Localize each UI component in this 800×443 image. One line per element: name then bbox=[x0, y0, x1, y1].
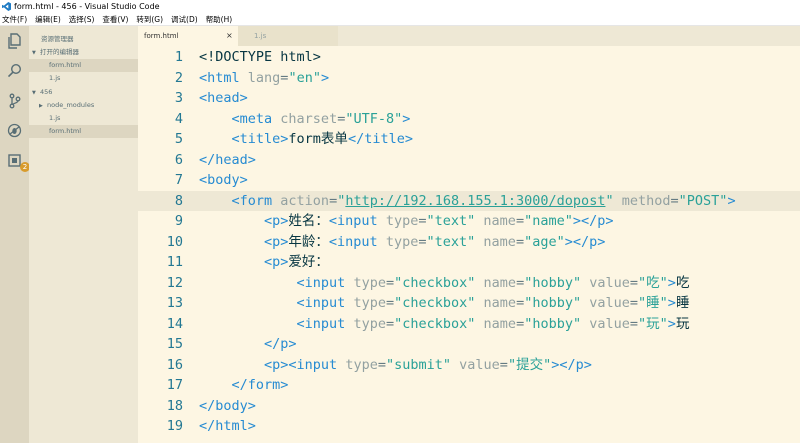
code-line[interactable]: 17 </form> bbox=[138, 375, 800, 396]
code-editor[interactable]: 1 <!DOCTYPE html> 2 <html lang="en"> 3 <head>… bbox=[138, 46, 800, 443]
code-text: </form> bbox=[231, 377, 289, 393]
code-text: <p>年龄：<input type="text" name="age"></p> bbox=[264, 233, 606, 250]
folder-header[interactable]: ▼ 456 bbox=[29, 86, 138, 99]
title-bar: form.html - 456 - Visual Studio Code bbox=[0, 0, 800, 13]
line-number: 7 bbox=[174, 172, 183, 188]
line-number: 6 bbox=[174, 151, 183, 168]
line-number: 2 bbox=[174, 69, 183, 86]
line-number: 17 bbox=[166, 377, 183, 393]
line-number: 3 bbox=[174, 90, 183, 106]
tree-item-label: form.html bbox=[49, 127, 82, 135]
code-text: <input type="checkbox" name="hobby" valu… bbox=[296, 315, 690, 332]
code-text: </p> bbox=[264, 336, 297, 352]
code-text: <head> bbox=[199, 90, 248, 106]
code-line[interactable]: 19 </html> bbox=[138, 416, 800, 437]
tree-item-node-modules[interactable]: ▶ node_modules bbox=[29, 99, 138, 112]
line-number: 10 bbox=[166, 233, 183, 250]
code-line[interactable]: 9 <p>姓名：<input type="text" name="name"><… bbox=[138, 211, 800, 232]
code-text: <title>form表单</title> bbox=[231, 131, 413, 147]
code-line[interactable]: 12 <input type="checkbox" name="hobby" v… bbox=[138, 273, 800, 294]
close-icon[interactable]: × bbox=[226, 26, 233, 46]
code-text: <html lang="en"> bbox=[199, 69, 330, 86]
source-control-icon[interactable] bbox=[4, 90, 25, 111]
tree-item-label: node_modules bbox=[47, 101, 95, 109]
activity-bar: 2 bbox=[0, 26, 30, 443]
line-number: 18 bbox=[166, 397, 183, 414]
code-text: </head> bbox=[199, 151, 256, 168]
folder-label: 456 bbox=[40, 88, 53, 96]
explorer-title: 资源管理器 bbox=[41, 35, 74, 43]
tree-item-label: 1.js bbox=[49, 114, 61, 122]
menu-help[interactable]: 帮助(H) bbox=[202, 13, 237, 26]
explorer-icon[interactable] bbox=[4, 30, 25, 51]
code-line[interactable]: 2 <html lang="en"> bbox=[138, 68, 800, 89]
line-number: 13 bbox=[166, 295, 183, 311]
code-line[interactable]: 1 <!DOCTYPE html> bbox=[138, 47, 800, 68]
code-text: <p><input type="submit" value="提交"></p> bbox=[264, 356, 592, 373]
menu-selection[interactable]: 选择(S) bbox=[65, 13, 99, 26]
tree-item-form-html[interactable]: form.html bbox=[29, 125, 138, 138]
code-text: <p>爱好： bbox=[264, 254, 329, 270]
line-number: 15 bbox=[166, 336, 183, 352]
line-number: 1 bbox=[174, 49, 183, 65]
code-line[interactable]: 6 </head> bbox=[138, 150, 800, 171]
line-number: 8 bbox=[174, 192, 183, 209]
line-number: 16 bbox=[166, 356, 183, 373]
code-text: </body> bbox=[199, 397, 256, 414]
tab-label: 1.js bbox=[254, 32, 267, 40]
open-editor-item[interactable]: 1.js bbox=[29, 72, 138, 85]
code-text: </html> bbox=[199, 418, 256, 434]
code-text: <input type="checkbox" name="hobby" valu… bbox=[296, 274, 690, 291]
code-line[interactable]: 8 <form action="http://192.168.155.1:300… bbox=[138, 190, 800, 211]
open-editor-label: 1.js bbox=[49, 74, 61, 82]
tab-1js[interactable]: 1.js bbox=[238, 26, 338, 46]
code-line[interactable]: 16 <p><input type="submit" value="提交"></… bbox=[138, 355, 800, 376]
line-number: 4 bbox=[174, 110, 183, 127]
code-text: <form action="http://192.168.155.1:3000/… bbox=[231, 192, 736, 209]
debug-icon[interactable] bbox=[4, 120, 25, 141]
code-line[interactable]: 15 </p> bbox=[138, 334, 800, 355]
code-text: <p>姓名：<input type="text" name="name"></p… bbox=[264, 213, 614, 229]
code-text: <input type="checkbox" name="hobby" valu… bbox=[296, 295, 690, 311]
code-line[interactable]: 5 <title>form表单</title> bbox=[138, 129, 800, 150]
code-text: <!DOCTYPE html> bbox=[199, 49, 321, 65]
code-text: <meta charset="UTF-8"> bbox=[231, 110, 411, 127]
vscode-logo-icon bbox=[2, 2, 11, 11]
line-number: 11 bbox=[166, 254, 183, 270]
tab-form-html[interactable]: form.html × bbox=[138, 26, 238, 46]
code-line[interactable]: 14 <input type="checkbox" name="hobby" v… bbox=[138, 314, 800, 335]
code-line[interactable]: 3 <head> bbox=[138, 88, 800, 109]
tab-label: form.html bbox=[144, 32, 179, 40]
window-title: form.html - 456 - Visual Studio Code bbox=[14, 2, 160, 11]
code-line[interactable]: 11 <p>爱好： bbox=[138, 252, 800, 273]
menu-file[interactable]: 文件(F) bbox=[0, 13, 31, 26]
menu-goto[interactable]: 转到(G) bbox=[132, 13, 167, 26]
search-icon[interactable] bbox=[4, 60, 25, 81]
menu-edit[interactable]: 编辑(E) bbox=[31, 13, 65, 26]
line-number: 14 bbox=[166, 315, 183, 332]
code-line[interactable]: 4 <meta charset="UTF-8"> bbox=[138, 109, 800, 130]
open-editor-item[interactable]: form.html bbox=[29, 59, 138, 72]
line-number: 9 bbox=[174, 213, 183, 229]
code-text: <body> bbox=[199, 172, 248, 188]
menu-view[interactable]: 查看(V) bbox=[98, 13, 132, 26]
explorer-sidebar: 资源管理器 ▼ 打开的编辑器 form.html 1.js ▼ 456 ▶ node_… bbox=[29, 26, 138, 443]
tab-bar: form.html × 1.js bbox=[138, 26, 800, 46]
code-line[interactable]: 10 <p>年龄：<input type="text" name="age"><… bbox=[138, 232, 800, 253]
menu-debug[interactable]: 调试(D) bbox=[167, 13, 202, 26]
line-number: 5 bbox=[174, 131, 183, 147]
code-line[interactable]: 7 <body> bbox=[138, 170, 800, 191]
open-editors-header[interactable]: ▼ 打开的编辑器 bbox=[29, 46, 138, 59]
line-number: 19 bbox=[166, 418, 183, 434]
extensions-icon[interactable]: 2 bbox=[4, 150, 30, 172]
tree-item-1js[interactable]: 1.js bbox=[29, 112, 138, 125]
open-editor-label: form.html bbox=[49, 61, 82, 69]
open-editors-label: 打开的编辑器 bbox=[40, 48, 79, 56]
line-number: 12 bbox=[166, 274, 183, 291]
code-line[interactable]: 13 <input type="checkbox" name="hobby" v… bbox=[138, 293, 800, 314]
menu-bar: 文件(F) 编辑(E) 选择(S) 查看(V) 转到(G) 调试(D) 帮助(H… bbox=[0, 13, 800, 26]
code-line[interactable]: 18 </body> bbox=[138, 396, 800, 417]
